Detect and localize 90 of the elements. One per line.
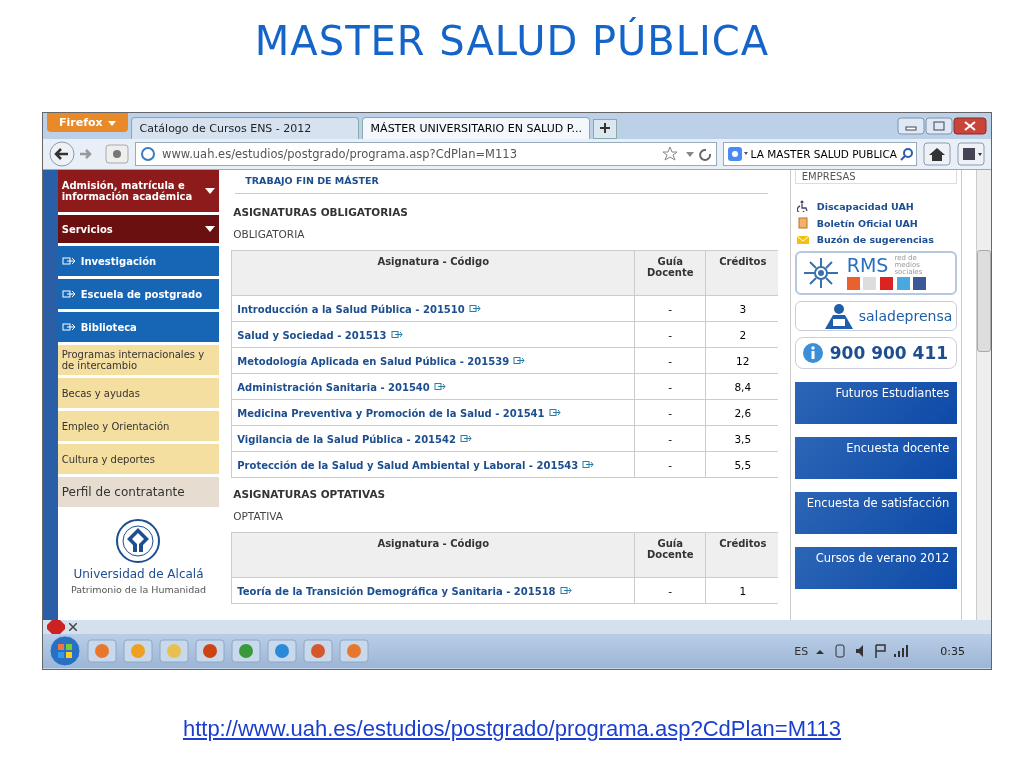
sidebar-link[interactable]: Boletín Oficial UAH	[816, 217, 918, 229]
envelope-icon	[796, 234, 809, 245]
close-icon[interactable]	[69, 623, 77, 631]
start-button-icon[interactable]	[49, 635, 81, 667]
arrow-icon	[61, 256, 76, 266]
social-icon[interactable]	[912, 277, 926, 290]
document-icon	[796, 217, 809, 229]
clock: 0:35	[940, 644, 965, 658]
external-link-icon	[433, 381, 446, 391]
addon-icon[interactable]	[105, 144, 129, 164]
external-link-icon	[513, 355, 526, 365]
external-link-icon	[559, 585, 572, 595]
column-header: Asignatura - Código	[231, 250, 635, 296]
caret-icon	[107, 121, 116, 126]
slide-title: MASTER SALUD PÚBLICA	[254, 18, 770, 66]
scrollbar[interactable]	[976, 170, 991, 620]
column-header: Créditos	[705, 532, 778, 578]
section-heading: ASIGNATURAS OBLIGATORIAS	[233, 206, 409, 218]
external-link-icon	[459, 433, 472, 443]
table-cell: -	[634, 321, 706, 348]
table-cell: -	[634, 425, 706, 452]
press-room-banner[interactable]: saladeprensa	[794, 301, 958, 331]
subject-link[interactable]: Salud y Sociedad - 201513	[237, 329, 387, 341]
table-cell: -	[634, 295, 706, 322]
rms-title: RMS	[846, 256, 889, 275]
taskbar-app-icon[interactable]	[87, 639, 117, 663]
section-subheading: OPTATIVA	[233, 510, 285, 522]
sidebar-link[interactable]: Buzón de sugerencias	[816, 234, 934, 245]
section-link[interactable]: TRABAJO FIN DE MÁSTER	[231, 174, 772, 187]
page-url-link[interactable]: http://www.uah.es/estudios/postgrado/programa.asp?CdPlan=M113	[182, 716, 842, 742]
university-seal-icon	[115, 518, 162, 564]
sidebar-item[interactable]: Escuela de postgrado	[57, 279, 220, 310]
table-cell: -	[634, 347, 706, 374]
search-icon[interactable]	[899, 147, 913, 161]
column-header: Guía Docente	[634, 250, 706, 296]
promo-banner[interactable]: Futuros Estudiantes	[794, 382, 958, 424]
info-icon	[801, 342, 824, 364]
section-subheading: OBLIGATORIA	[233, 228, 306, 240]
address-bar[interactable]: www.uah.es/estudios/postgrado/programa.asp?CdPlan=M113	[135, 142, 717, 166]
arrow-icon	[61, 322, 76, 332]
sidebar-item[interactable]: Perfil de contratante	[57, 477, 220, 508]
browser-tab[interactable]: MÁSTER UNIVERSITARIO EN SALUD P...	[361, 117, 590, 139]
language-indicator[interactable]: ES	[794, 644, 809, 658]
external-link-icon	[468, 303, 481, 313]
promo-banner[interactable]: Cursos de verano 2012	[794, 547, 958, 589]
sidebar-item[interactable]: Admisión, matrícula e información académica	[57, 170, 220, 213]
taskbar-app-icon[interactable]	[231, 639, 261, 663]
taskbar-app-icon[interactable]	[339, 639, 369, 663]
sidebar-item[interactable]: Biblioteca	[57, 312, 220, 343]
table-cell: -	[634, 577, 706, 604]
taskbar-app-icon[interactable]	[267, 639, 297, 663]
phone-banner[interactable]: 900 900 411	[794, 337, 958, 369]
search-engine-icon[interactable]	[727, 146, 748, 162]
sidebar-item[interactable]: Becas y ayudas	[57, 378, 220, 409]
table-cell: -	[634, 399, 706, 426]
home-icon[interactable]	[923, 142, 951, 166]
new-tab-icon[interactable]	[592, 119, 617, 139]
adblock-icon[interactable]	[47, 620, 65, 634]
sidebar-item[interactable]: Cultura y deportes	[57, 444, 220, 475]
university-name: Universidad de Alcalá	[73, 567, 204, 581]
social-icon[interactable]	[879, 277, 893, 290]
arrow-icon	[61, 289, 76, 299]
browser-tab[interactable]: Catálogo de Cursos ENS - 2012	[130, 117, 359, 139]
empresas-box[interactable]: EMPRESAS	[794, 170, 958, 184]
external-link-icon	[582, 459, 595, 469]
table-cell: -	[634, 373, 706, 400]
sidebar-item[interactable]: Servicios	[57, 215, 220, 244]
search-field[interactable]: LA MASTER SALUD PUBLICA	[723, 142, 917, 166]
taskbar-app-icon[interactable]	[303, 639, 333, 663]
wheelchair-icon	[796, 200, 809, 212]
promo-banner[interactable]: Encuesta de satisfacción	[794, 492, 958, 534]
sidebar-item[interactable]: Empleo y Orientación	[57, 411, 220, 442]
sidebar-item[interactable]: Investigación	[57, 246, 220, 277]
column-header: Créditos	[705, 250, 778, 296]
column-header: Asignatura - Código	[231, 532, 635, 578]
external-link-icon	[548, 407, 561, 417]
sidebar-item[interactable]: Programas internacionales y de intercambio	[57, 345, 220, 376]
table-cell: -	[634, 451, 706, 478]
taskbar-app-icon[interactable]	[195, 639, 225, 663]
bookmarks-icon[interactable]	[957, 142, 985, 166]
section-heading: ASIGNATURAS OPTATIVAS	[233, 488, 387, 500]
sidebar-link[interactable]: Discapacidad UAH	[816, 200, 914, 212]
caret-icon	[205, 188, 216, 194]
caret-icon	[205, 226, 216, 232]
social-icon[interactable]	[846, 277, 860, 290]
promo-banner[interactable]: Encuesta docente	[794, 437, 958, 479]
column-header: Guía Docente	[634, 532, 706, 578]
window-controls-icon[interactable]	[897, 117, 987, 135]
university-tagline: Patrimonio de la Humanidad	[70, 584, 207, 595]
external-link-icon	[390, 329, 403, 339]
